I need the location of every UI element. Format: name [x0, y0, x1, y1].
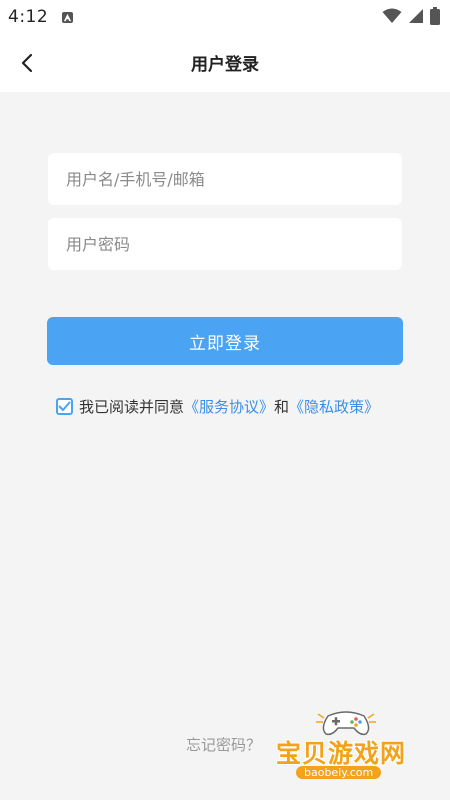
watermark-url: baobeiy.com: [296, 766, 382, 779]
password-input[interactable]: [48, 218, 402, 270]
app-notification-icon: [62, 11, 74, 23]
watermark-name: 宝贝游戏网: [276, 739, 407, 768]
status-bar: 4:12: [0, 0, 450, 34]
status-icons: [382, 7, 440, 25]
checkmark-icon: [58, 401, 71, 411]
watermark-logo: 宝贝游戏网 baobeiy.com: [272, 708, 422, 788]
agreement-conjunction: 和: [274, 397, 290, 416]
login-screen: 4:12 用户登录 立即登录: [0, 0, 450, 800]
status-time: 4:12: [8, 7, 49, 27]
service-agreement-link[interactable]: 《服务协议》: [184, 396, 274, 417]
agreement-text: 我已阅读并同意: [79, 397, 185, 416]
signal-icon: [409, 9, 423, 23]
wifi-icon: [382, 8, 402, 23]
privacy-policy-link[interactable]: 《隐私政策》: [289, 396, 379, 417]
forgot-password-link[interactable]: 忘记密码？: [186, 734, 261, 755]
agreement-checkbox[interactable]: [56, 397, 73, 415]
agreement-row: 我已阅读并同意 《服务协议》 和 《隐私政策》: [56, 395, 379, 417]
login-button[interactable]: 立即登录: [47, 317, 403, 365]
username-input[interactable]: [48, 153, 402, 205]
battery-icon: [430, 7, 440, 25]
app-header: 用户登录: [0, 34, 450, 92]
page-title: 用户登录: [191, 55, 259, 75]
